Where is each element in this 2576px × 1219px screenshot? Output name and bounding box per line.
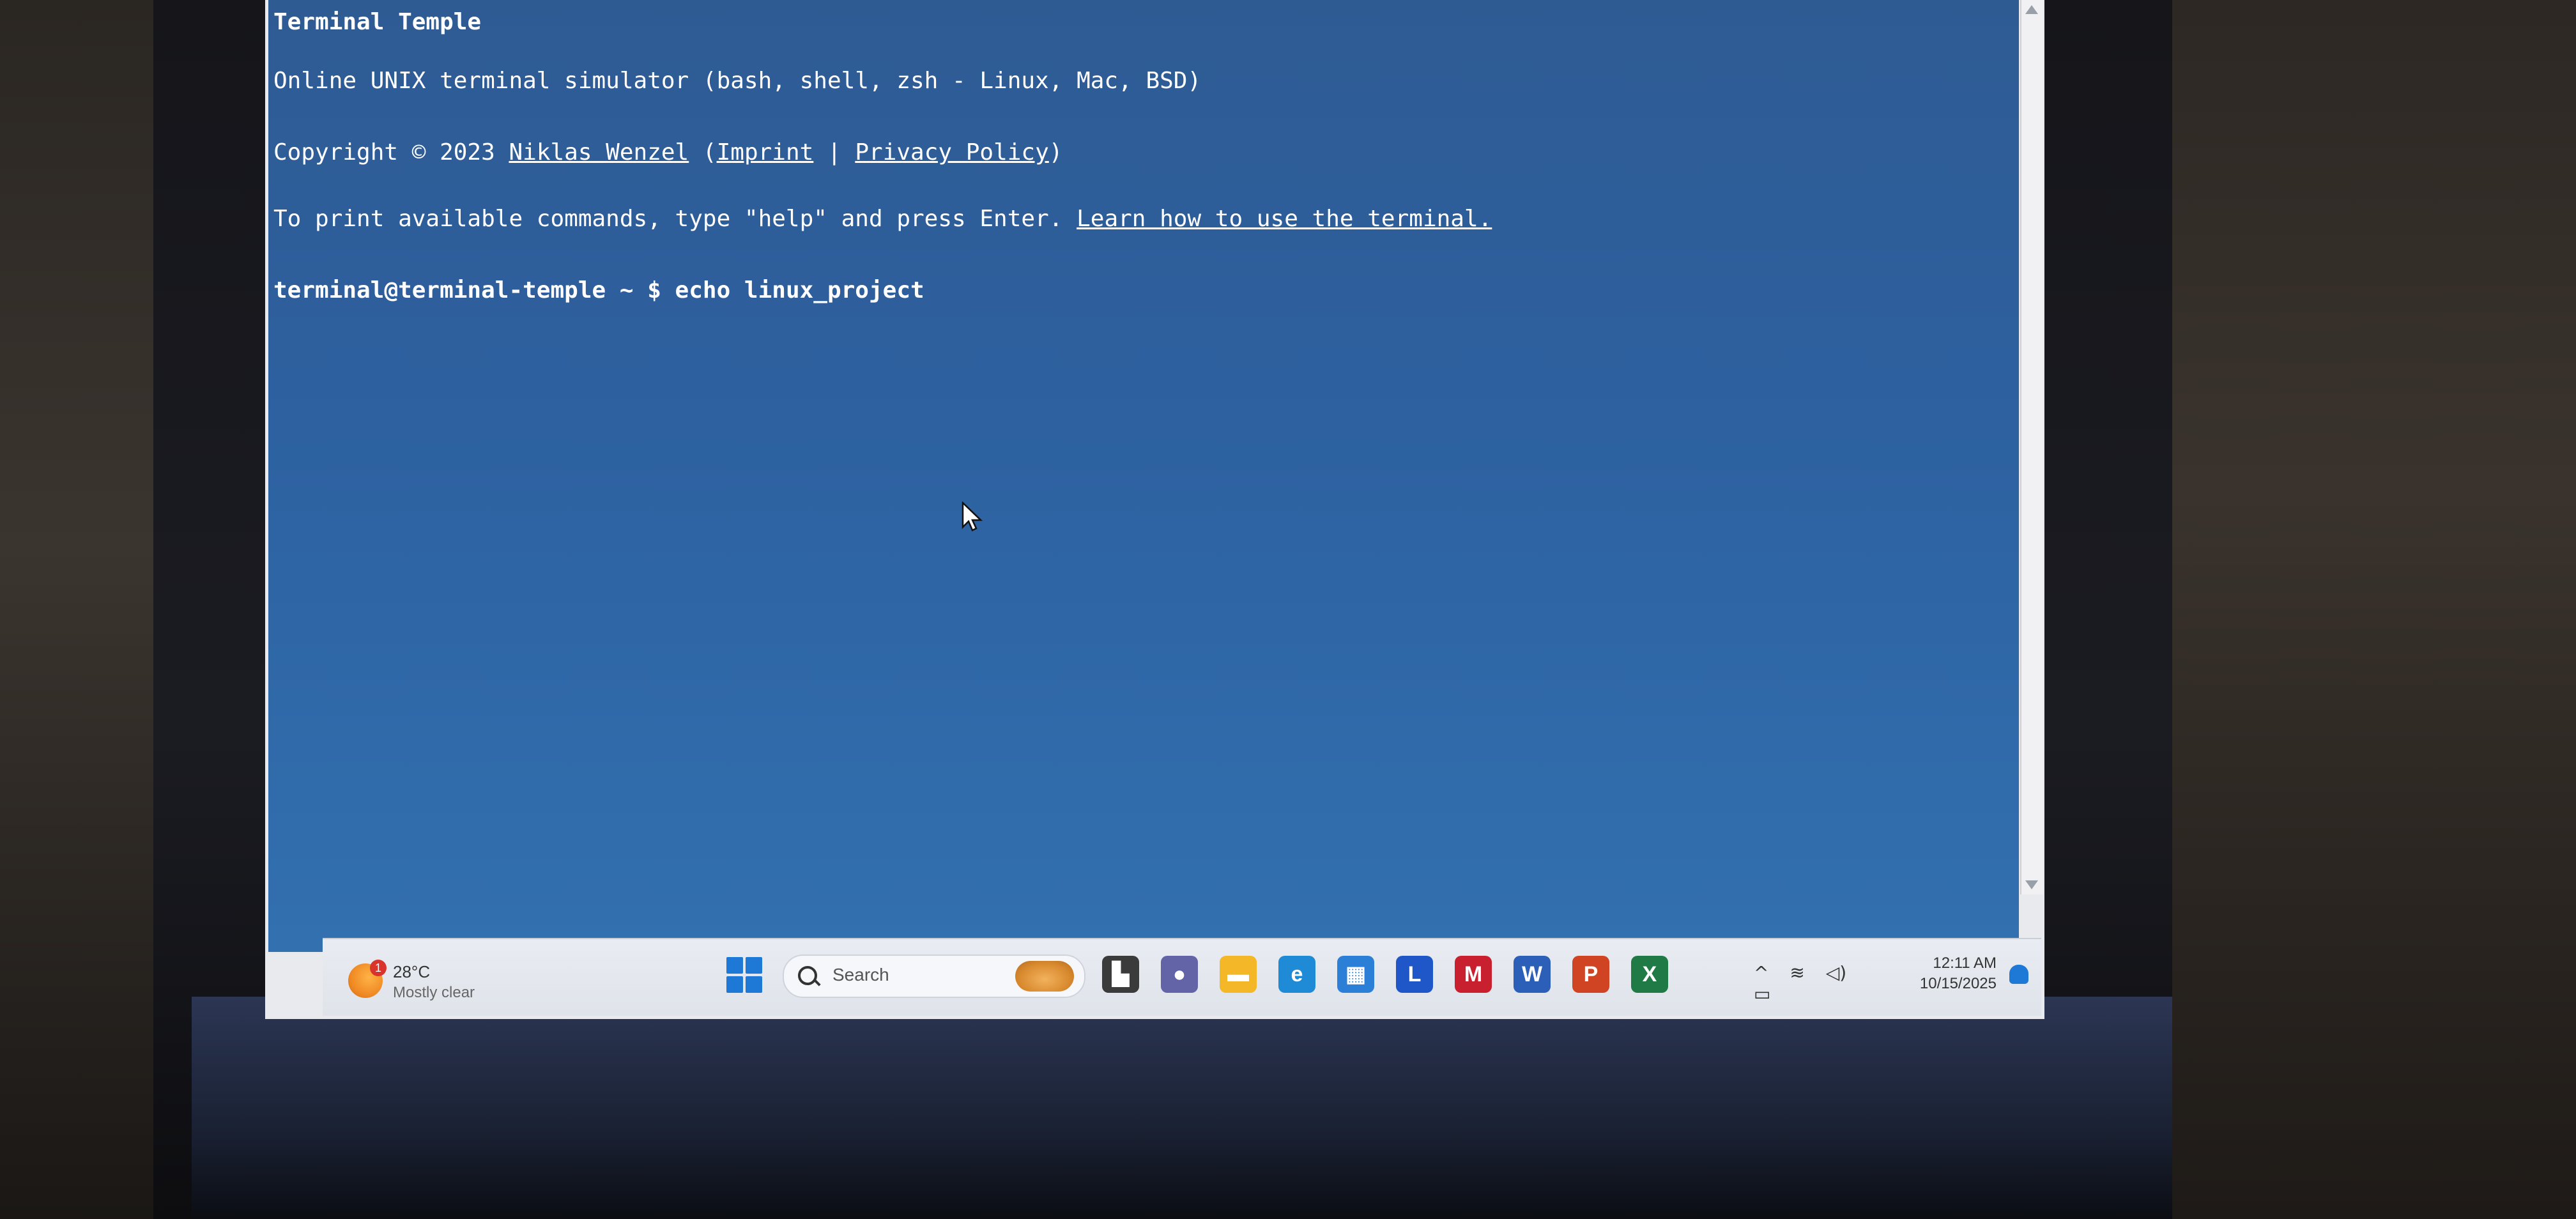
battery-icon[interactable]: ▭ — [1754, 983, 1770, 1004]
excel-icon[interactable]: X — [1631, 956, 1668, 993]
author-link[interactable]: Niklas Wenzel — [509, 139, 689, 165]
search-highlight-icon — [1015, 961, 1074, 992]
windows-taskbar: 1 28°C Mostly clear Search ▙ ● ▬ e ▦ L M W P X ^ … — [323, 938, 2041, 1016]
clock-time: 12:11 AM — [1933, 954, 1997, 972]
background-right-furniture — [2128, 0, 2576, 1219]
imprint-link[interactable]: Imprint — [717, 139, 814, 165]
paren-open: ( — [689, 139, 717, 165]
store-icon[interactable]: ▦ — [1337, 956, 1374, 993]
teams-chat-icon[interactable]: ● — [1161, 956, 1198, 993]
clock-date: 10/15/2025 — [1919, 975, 1997, 992]
windows-logo-pane — [726, 976, 743, 993]
learn-terminal-link[interactable]: Learn how to use the terminal. — [1077, 206, 1492, 232]
system-clock[interactable]: 12:11 AM 10/15/2025 — [1894, 953, 1997, 994]
windows-logo-pane — [726, 957, 743, 974]
command-input[interactable]: echo linux_project — [675, 277, 924, 303]
weather-temperature: 28°C — [393, 962, 431, 981]
link-separator: | — [813, 139, 855, 165]
copyright-line: Copyright © 2023 Niklas Wenzel (Imprint … — [273, 139, 1062, 165]
search-placeholder: Search — [832, 965, 889, 985]
word-icon[interactable]: W — [1514, 956, 1551, 993]
start-button[interactable] — [726, 957, 762, 993]
show-hidden-icons-icon[interactable]: ^ — [1754, 962, 1768, 983]
system-tray: ^ ≋ ◁) ▭ — [1754, 962, 1882, 1004]
notification-bell-icon[interactable] — [2009, 965, 2028, 984]
task-view-icon[interactable]: ▙ — [1102, 956, 1139, 993]
taskbar-search-box[interactable]: Search — [783, 954, 1085, 998]
windows-logo-pane — [746, 976, 762, 993]
monitor-bottom-edge — [192, 997, 2172, 1219]
powerpoint-icon[interactable]: P — [1572, 956, 1609, 993]
l-app-icon[interactable]: L — [1396, 956, 1433, 993]
scroll-up-arrow-icon[interactable] — [2025, 5, 2038, 14]
help-line: To print available commands, type "help"… — [273, 206, 1492, 232]
terminal-window[interactable]: Terminal Temple Online UNIX terminal sim… — [268, 0, 2019, 952]
search-icon — [798, 966, 817, 985]
wifi-icon[interactable]: ≋ — [1790, 962, 1804, 983]
command-line[interactable]: terminal@terminal-temple ~ $ echo linux_… — [273, 277, 924, 303]
paren-close: ) — [1048, 139, 1063, 165]
privacy-policy-link[interactable]: Privacy Policy — [855, 139, 1048, 165]
edge-icon[interactable]: e — [1278, 956, 1315, 993]
mcafee-icon[interactable]: M — [1455, 956, 1492, 993]
windows-logo-pane — [746, 957, 762, 974]
volume-icon[interactable]: ◁) — [1826, 962, 1846, 983]
help-text: To print available commands, type "help"… — [273, 206, 1077, 232]
terminal-title: Terminal Temple — [273, 9, 482, 35]
weather-badge: 1 — [370, 960, 387, 976]
copyright-prefix: Copyright © 2023 — [273, 139, 509, 165]
shell-prompt: terminal@terminal-temple ~ $ — [273, 277, 675, 303]
terminal-subtitle: Online UNIX terminal simulator (bash, sh… — [273, 68, 1202, 94]
weather-widget[interactable]: 1 28°C Mostly clear — [348, 960, 502, 1004]
scroll-down-arrow-icon[interactable] — [2025, 880, 2038, 889]
file-explorer-icon[interactable]: ▬ — [1220, 956, 1257, 993]
weather-description: Mostly clear — [393, 984, 475, 1001]
vertical-scrollbar[interactable] — [2020, 0, 2043, 894]
